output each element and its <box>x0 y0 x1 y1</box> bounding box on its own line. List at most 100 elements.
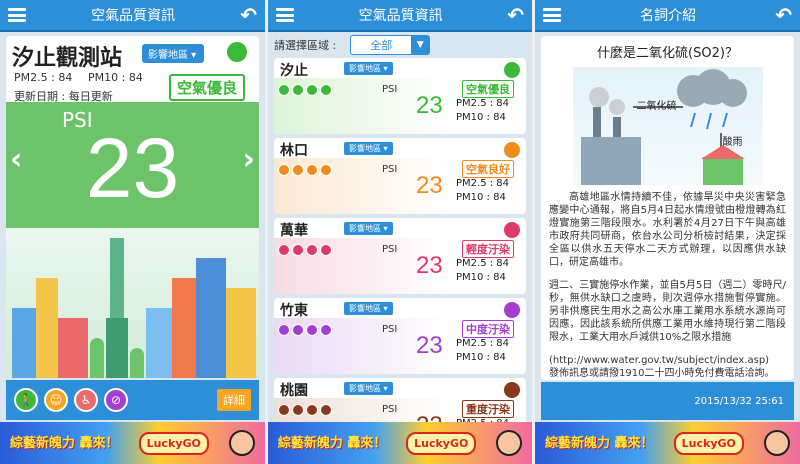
pm25-value: PM2.5 : 84 <box>456 178 510 189</box>
screen-title: 空氣品質資訊 <box>91 8 176 24</box>
ad-logo: LuckyGO <box>406 431 477 455</box>
no-exercise-icon[interactable]: ⊘ <box>104 388 128 412</box>
region-label: 影響地區 <box>349 224 381 233</box>
region-dropdown[interactable]: 影響地區 ▾ <box>344 142 393 155</box>
select-value: 全部 <box>370 39 393 52</box>
back-icon[interactable]: ↶ <box>507 5 524 25</box>
station-name: 林口 <box>280 143 308 159</box>
child-icon <box>292 244 304 256</box>
timestamp: 2015/13/32 25:61 <box>694 395 784 407</box>
walk-icon <box>278 164 290 176</box>
region-dropdown[interactable]: 影響地區 ▾ <box>344 222 393 235</box>
psi-value: 23 <box>85 121 180 215</box>
label-acid-rain: 酸雨 <box>722 137 743 148</box>
elder-icon <box>306 324 318 336</box>
psi-label: PSI <box>382 244 398 255</box>
station-list-item[interactable]: 汐止 影響地區 ▾ 空氣優良 PSI 23 PM2.5 : 84 PM10 : 84 <box>274 58 526 134</box>
menu-icon[interactable] <box>276 8 294 22</box>
ad-banner[interactable]: 綜藝新魄力 轟來！ LuckyGO <box>268 422 532 464</box>
station-name: 竹東 <box>280 303 308 319</box>
elder-icon[interactable]: ♿ <box>74 388 98 412</box>
walk-icon <box>278 84 290 96</box>
walk-icon[interactable]: 🚶 <box>14 388 38 412</box>
next-arrow-icon[interactable]: › <box>243 142 255 177</box>
detail-button[interactable]: 詳細 <box>217 389 251 411</box>
psi-label: PSI <box>382 404 398 415</box>
region-dropdown[interactable]: 影響地區 ▾ <box>344 302 393 315</box>
item-body: 輕度汙染 PSI 23 PM2.5 : 84 PM10 : 84 <box>274 238 526 294</box>
region-label: 影響地區 <box>349 64 381 73</box>
ad-text: 綜藝新魄力 轟來！ <box>10 435 119 451</box>
glossary-question: 什麼是二氧化硫(SO2)？ <box>597 46 738 61</box>
psi-value: 23 <box>416 172 443 199</box>
no-exercise-icon <box>320 244 332 256</box>
paragraph-2: 週二、三實施停水作業，並自5月5日（週二）零時尺/秒，無供水缺口之虞時，則次週停… <box>549 280 786 343</box>
ad-banner[interactable]: 綜藝新魄力 轟來！ LuckyGO <box>0 422 265 464</box>
station-name: 汐止觀測站 <box>12 46 123 71</box>
walk-icon <box>278 404 290 416</box>
walk-icon <box>278 244 290 256</box>
pm10-value: PM10 : 84 <box>456 272 506 283</box>
station-list-screen: 空氣品質資訊 ↶ 請選擇區域 : 全部 ▼ 汐止 影響地區 ▾ 空氣優良 PSI 23 P… <box>268 0 532 464</box>
station-list-item[interactable]: 萬華 影響地區 ▾ 輕度汙染 PSI 23 PM2.5 : 84 PM10 : 84 <box>274 218 526 294</box>
ad-text: 綜藝新魄力 轟來！ <box>545 435 654 451</box>
back-icon[interactable]: ↶ <box>775 5 792 25</box>
station-list-item[interactable]: 林口 影響地區 ▾ 空氣良好 PSI 23 PM2.5 : 84 PM10 : 84 <box>274 138 526 214</box>
pm10-value: PM10 : 84 <box>88 71 143 84</box>
ad-banner[interactable]: 綜藝新魄力 轟來！ LuckyGO <box>535 422 800 464</box>
station-name: 汐止 <box>280 63 308 79</box>
ad-character <box>228 430 255 456</box>
region-dropdown[interactable]: 影響地區 ▾ <box>344 382 393 395</box>
elder-icon <box>306 244 318 256</box>
activity-icons <box>278 84 332 96</box>
ad-logo: LuckyGO <box>673 431 744 455</box>
menu-icon[interactable] <box>8 8 26 22</box>
elder-icon <box>306 404 318 416</box>
status-badge: 中度汙染 <box>462 320 514 338</box>
psi-value: 23 <box>416 332 443 359</box>
status-badge: 空氣良好 <box>462 160 514 178</box>
no-exercise-icon <box>320 164 332 176</box>
region-select[interactable]: 全部 ▼ <box>350 35 431 55</box>
ad-logo: LuckyGO <box>138 431 209 455</box>
prev-arrow-icon[interactable]: ‹ <box>10 142 22 177</box>
region-dropdown[interactable]: 影響地區 ▾ <box>142 44 205 63</box>
chevron-down-icon: ▼ <box>411 36 430 54</box>
psi-value: 23 <box>416 412 443 422</box>
activity-icons <box>278 164 332 176</box>
footer-bar: 2015/13/32 25:61 <box>541 382 794 420</box>
status-badge: 重度汙染 <box>462 400 514 418</box>
child-icon <box>292 84 304 96</box>
item-body: 空氣良好 PSI 23 PM2.5 : 84 PM10 : 84 <box>274 158 526 214</box>
status-badge: 空氣優良 <box>462 80 514 98</box>
paragraph-1: 高雄地區水情持續不佳，依據旱災中央災害緊急應變中心通報，將自5月4日起水情燈號由… <box>549 192 786 268</box>
elder-icon <box>306 164 318 176</box>
no-exercise-icon <box>320 84 332 96</box>
back-icon[interactable]: ↶ <box>240 5 257 25</box>
top-bar: 空氣品質資訊 ↶ <box>268 0 532 32</box>
status-dot <box>504 302 520 318</box>
pm10-value: PM10 : 84 <box>456 192 506 203</box>
child-icon <box>292 164 304 176</box>
psi-label: PSI <box>382 324 398 335</box>
screen-title: 空氣品質資訊 <box>358 8 443 24</box>
child-icon <box>292 324 304 336</box>
child-icon <box>292 404 304 416</box>
source-url[interactable]: (http://www.water.gov.tw/subject/index.a… <box>549 354 786 367</box>
psi-value: 23 <box>416 252 443 279</box>
station-name: 桃園 <box>280 383 308 399</box>
region-dropdown[interactable]: 影響地區 ▾ <box>344 62 393 75</box>
menu-icon[interactable] <box>543 8 561 22</box>
station-list-item[interactable]: 桃園影響地區 ▾重度汙染PSI23PM2.5 : 84PM10 : 84 <box>274 378 526 422</box>
region-label: 影響地區 <box>349 144 381 153</box>
region-label: 影響地區 <box>349 384 381 393</box>
status-dot <box>227 42 247 62</box>
activity-icons <box>278 244 332 256</box>
psi-area: PSI 23 ‹ › <box>6 102 259 378</box>
station-list-item[interactable]: 竹東 影響地區 ▾ 中度汙染 PSI 23 PM2.5 : 84 PM10 : 84 <box>274 298 526 374</box>
station-list: 汐止 影響地區 ▾ 空氣優良 PSI 23 PM2.5 : 84 PM10 : 84 林口 影響… <box>274 58 526 422</box>
item-body: 空氣優良 PSI 23 PM2.5 : 84 PM10 : 84 <box>274 78 526 134</box>
child-icon[interactable]: ☺ <box>44 388 68 412</box>
screen-title: 名詞介紹 <box>640 8 697 24</box>
label-so2: 二氧化硫 <box>636 101 677 112</box>
